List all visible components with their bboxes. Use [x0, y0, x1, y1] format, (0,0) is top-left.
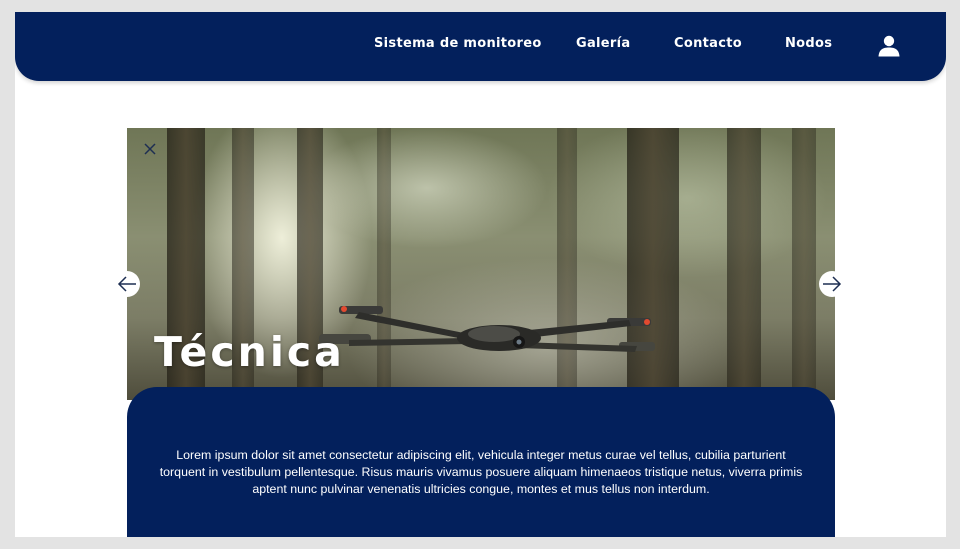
slide-title: Técnica [154, 328, 345, 376]
drone-graphic [319, 306, 655, 352]
close-icon[interactable] [142, 141, 158, 157]
slide-description: Lorem ipsum dolor sit amet consectetur a… [159, 448, 803, 497]
page-frame: Sistema de monitoreo Galería Contacto No… [15, 12, 946, 537]
user-icon[interactable] [877, 35, 901, 57]
top-navbar: Sistema de monitoreo Galería Contacto No… [15, 12, 946, 81]
nav-link-sistema-de-monitoreo[interactable]: Sistema de monitoreo [374, 36, 542, 51]
image-carousel: Técnica Lorem ipsum dolor sit amet conse… [127, 128, 835, 537]
nav-link-galeria[interactable]: Galería [576, 36, 630, 51]
arrow-right-icon[interactable] [819, 271, 845, 297]
arrow-left-icon[interactable] [114, 271, 140, 297]
slide-info-panel: Lorem ipsum dolor sit amet consectetur a… [127, 387, 835, 537]
nav-link-contacto[interactable]: Contacto [674, 36, 742, 51]
nav-link-nodos[interactable]: Nodos [785, 36, 832, 51]
